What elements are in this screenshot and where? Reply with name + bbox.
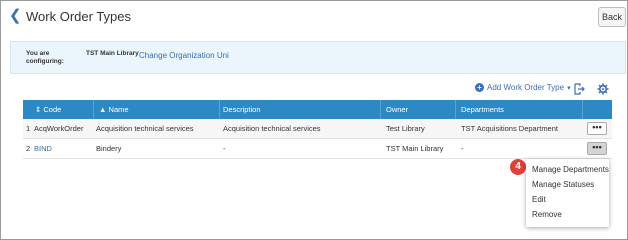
row-number: 1 xyxy=(26,124,31,133)
menu-item-edit[interactable]: Edit xyxy=(532,195,546,204)
add-work-order-type-label: Add Work Order Type xyxy=(487,83,565,92)
column-header-departments[interactable]: Departments xyxy=(461,100,504,119)
work-order-types-table: ⇕ Code ▲ Name Description Owner Departme… xyxy=(23,100,612,159)
table-row: 2 BIND Bindery - TST Main Library - ••• xyxy=(23,139,612,159)
column-divider xyxy=(93,100,94,119)
column-divider xyxy=(219,100,220,119)
row-owner: TST Main Library xyxy=(386,144,444,153)
column-header-description[interactable]: Description xyxy=(223,100,261,119)
table-row: 1 AcqWorkOrder Acquisition technical ser… xyxy=(23,119,612,139)
row-owner: Test Library xyxy=(386,124,425,133)
row-actions-menu: Manage Departments Manage Statuses Edit … xyxy=(526,159,609,227)
column-header-owner[interactable]: Owner xyxy=(386,100,408,119)
caret-down-icon: ▾ xyxy=(567,84,571,92)
row-actions-button[interactable]: ••• xyxy=(587,142,607,155)
configuration-bar: You are configuring: TST Main Library Ch… xyxy=(10,41,626,74)
row-code-link[interactable]: BIND xyxy=(34,139,52,159)
row-name: Bindery xyxy=(96,144,122,153)
menu-item-manage-departments[interactable]: Manage Departments xyxy=(532,165,609,174)
row-code: AcqWorkOrder xyxy=(34,124,84,133)
gear-icon-graphic xyxy=(597,83,609,95)
step-number-badge: 4 xyxy=(510,159,526,175)
plus-icon: + xyxy=(475,83,484,92)
row-departments: - xyxy=(461,144,464,153)
column-header-code-label: Code xyxy=(43,105,62,114)
column-header-name-label: Name xyxy=(108,105,129,114)
column-divider xyxy=(455,100,456,119)
sort-icon: ⇕ xyxy=(35,105,42,114)
row-description: Acquisition technical services xyxy=(223,124,321,133)
add-work-order-type-button[interactable]: + Add Work Order Type ▾ xyxy=(475,83,571,92)
column-divider xyxy=(380,100,381,119)
page-title: Work Order Types xyxy=(26,9,131,24)
configuring-library: TST Main Library xyxy=(86,50,139,57)
table-header: ⇕ Code ▲ Name Description Owner Departme… xyxy=(23,100,612,119)
chevron-left-icon[interactable]: ❮ xyxy=(9,8,22,23)
page-header: ❮ Work Order Types Back xyxy=(1,1,627,32)
menu-item-manage-statuses[interactable]: Manage Statuses xyxy=(532,180,594,189)
page-frame: ❮ Work Order Types Back You are configur… xyxy=(0,0,628,240)
back-button[interactable]: Back xyxy=(598,7,626,27)
sort-ascending-icon: ▲ xyxy=(99,105,107,114)
change-organization-link[interactable]: Change Organization Uni xyxy=(139,51,229,60)
configuring-label: You are configuring: xyxy=(26,50,64,65)
menu-item-remove[interactable]: Remove xyxy=(532,210,562,219)
row-departments: TST Acquisitions Department xyxy=(461,124,558,133)
row-actions-button[interactable]: ••• xyxy=(587,122,607,135)
row-name: Acquisition technical services xyxy=(96,124,194,133)
column-header-code[interactable]: ⇕ Code xyxy=(35,100,61,119)
row-description: - xyxy=(223,144,226,153)
column-divider xyxy=(582,100,583,119)
gear-icon[interactable] xyxy=(597,82,609,95)
row-number: 2 xyxy=(26,144,31,153)
export-icon-graphic xyxy=(574,83,585,95)
export-icon[interactable] xyxy=(573,82,585,95)
column-header-name[interactable]: ▲ Name xyxy=(99,100,129,119)
